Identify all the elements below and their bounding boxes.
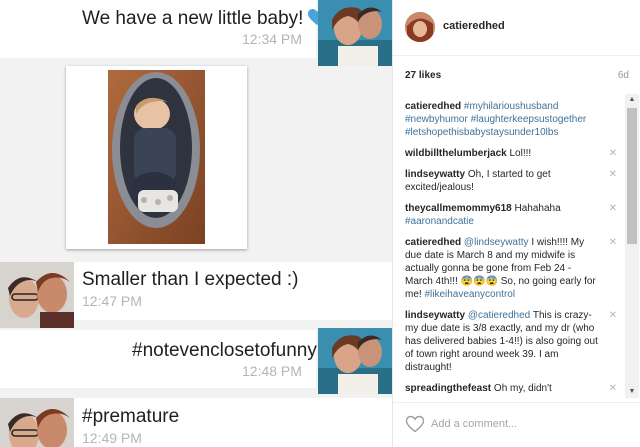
scroll-down-arrow-icon[interactable]: ▼ [625, 386, 639, 398]
comment: spreadingthefeast Oh my, didn't ✕ [405, 382, 617, 395]
hashtag[interactable]: #likeihaveanycontrol [424, 289, 515, 300]
comment-username[interactable]: catieredhed [405, 101, 461, 112]
comments-scrollbar[interactable]: ▲ ▼ [625, 94, 639, 398]
message-text: #notevenclosetofunny [132, 340, 317, 361]
like-heart-icon[interactable] [405, 415, 425, 433]
hashtag[interactable]: #aaronandcatie [405, 216, 474, 227]
comment: catieredhed @lindseywatty I wish!!!! My … [405, 236, 617, 301]
comment-username[interactable]: lindseywatty [405, 169, 465, 180]
hashtag[interactable]: #laughterkeepsustogether [471, 114, 587, 125]
avatar [0, 398, 74, 447]
comment-username[interactable]: wildbillthelumberjack [405, 148, 507, 159]
avatar [318, 0, 392, 66]
post-username[interactable]: catieredhed [443, 20, 505, 32]
add-comment-input[interactable] [431, 413, 631, 435]
baby-photo [108, 70, 205, 244]
comment: wildbillthelumberjack Lol!!! ✕ [405, 147, 617, 160]
comment: lindseywatty @catieredhed This is crazy-… [405, 309, 617, 374]
post-footer [393, 402, 640, 447]
post-header: catieredhed [393, 0, 640, 56]
comment-username[interactable]: lindseywatty [405, 310, 465, 321]
caption: catieredhed #myhilarioushusband #newbyhu… [405, 100, 617, 139]
delete-comment-icon[interactable]: ✕ [609, 202, 617, 215]
delete-comment-icon[interactable]: ✕ [609, 309, 617, 322]
comment-text: Hahahaha [514, 203, 561, 214]
hashtag[interactable]: #letshopethisbabystaysunder10lbs [405, 127, 558, 138]
mention[interactable]: @catieredhed [468, 310, 530, 321]
comment-username[interactable]: catieredhed [405, 237, 461, 248]
avatar [318, 328, 392, 394]
comment: lindseywatty Oh, I started to get excite… [405, 168, 617, 194]
message-timestamp: 12:34 PM [242, 31, 302, 47]
comment-text: Lol!!! [509, 148, 532, 159]
scroll-up-arrow-icon[interactable]: ▲ [625, 94, 639, 106]
comment-username[interactable]: spreadingthefeast [405, 383, 491, 394]
baby-photo-message[interactable] [66, 66, 247, 249]
message-text: Smaller than I expected :) [82, 269, 299, 290]
scrollbar-thumb[interactable] [627, 108, 637, 244]
hashtag[interactable]: #newbyhumor [405, 114, 468, 125]
chat-screenshot: We have a new little baby! 12:34 PM Smal… [0, 0, 392, 447]
message-timestamp: 12:47 PM [82, 293, 142, 309]
delete-comment-icon[interactable]: ✕ [609, 147, 617, 160]
likes-count[interactable]: 27 likes [405, 70, 441, 81]
message-text: We have a new little baby! [82, 8, 327, 30]
avatar [0, 262, 74, 328]
post-age: 6d [617, 70, 629, 81]
message-timestamp: 12:49 PM [82, 430, 142, 446]
message-timestamp: 12:48 PM [242, 363, 302, 379]
delete-comment-icon[interactable]: ✕ [609, 382, 617, 395]
delete-comment-icon[interactable]: ✕ [609, 168, 617, 181]
instagram-post-panel: catieredhed 27 likes 6d catieredhed #myh… [392, 0, 640, 447]
comment-text: Oh my, didn't [493, 383, 552, 394]
likes-row: 27 likes 6d [405, 70, 629, 84]
comments-list: catieredhed #myhilarioushusband #newbyhu… [405, 100, 617, 396]
hashtag[interactable]: #myhilarioushusband [464, 101, 559, 112]
profile-avatar[interactable] [405, 12, 435, 42]
delete-comment-icon[interactable]: ✕ [609, 236, 617, 249]
comment: theycallmemommy618 Hahahaha #aaronandcat… [405, 202, 617, 228]
comment-username[interactable]: theycallmemommy618 [405, 203, 512, 214]
mention[interactable]: @lindseywatty [464, 237, 529, 248]
message-text: #premature [82, 406, 180, 427]
